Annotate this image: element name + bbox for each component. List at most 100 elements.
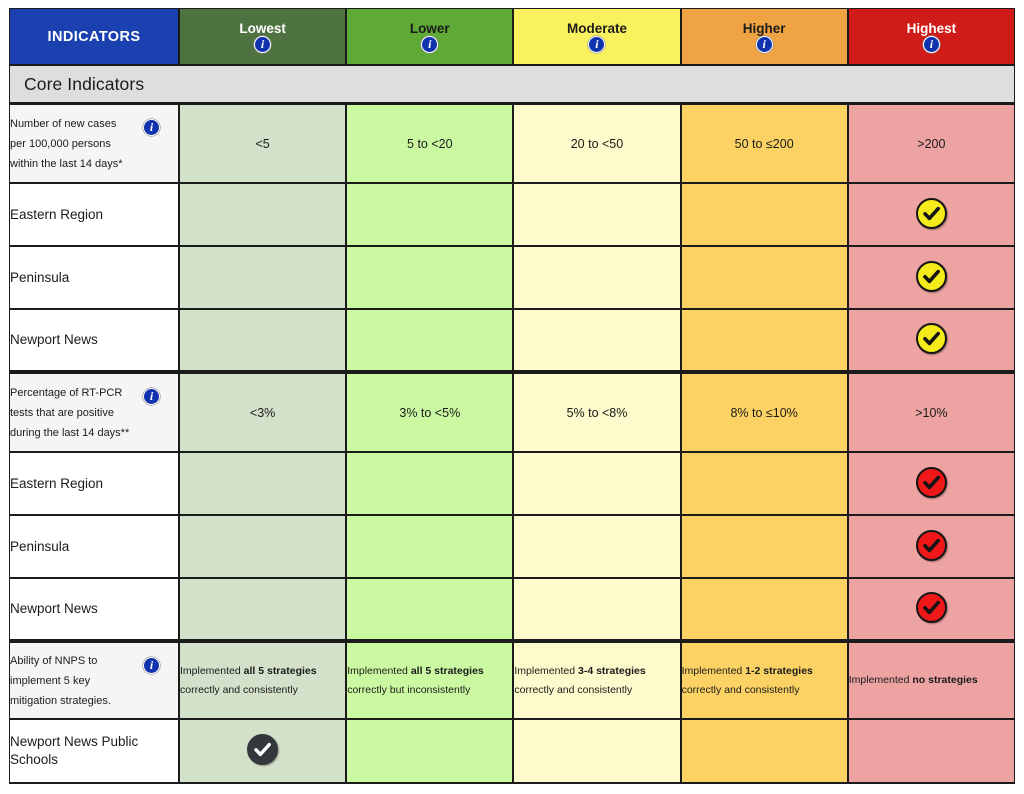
status-cell-moderate <box>513 246 681 309</box>
info-icon[interactable]: i <box>922 35 940 53</box>
criterion-cases-line2: per 100,000 persons <box>10 137 111 150</box>
status-cell-highest <box>847 578 1015 641</box>
info-icon[interactable]: i <box>254 35 272 53</box>
row-label-peninsula: Peninsula <box>9 246 179 309</box>
strategy-cell-highest: Implemented no strategies <box>847 641 1015 719</box>
info-icon[interactable]: i <box>421 35 439 53</box>
status-cell-highest <box>847 309 1015 372</box>
header-band-higher[interactable]: Higher i <box>680 8 848 65</box>
check-circle-icon <box>915 529 947 561</box>
row-label-eastern-region: Eastern Region <box>9 183 179 246</box>
info-icon[interactable]: i <box>143 387 160 405</box>
header-band-higher-label: Higher <box>742 20 786 36</box>
check-circle-icon <box>915 197 947 229</box>
check-circle-icon <box>915 260 947 292</box>
info-icon[interactable]: i <box>143 656 160 674</box>
row-label-eastern-region: Eastern Region <box>9 452 179 515</box>
row-label-peninsula: Peninsula <box>9 515 179 578</box>
criterion-row-cases: Number of new cases per 100,000 persons … <box>9 103 1015 183</box>
header-band-lowest[interactable]: Lowest i <box>179 8 347 65</box>
row-label-newport-news: Newport News <box>9 578 179 641</box>
status-cell-lowest <box>179 452 347 515</box>
status-cell-lowest <box>179 719 347 784</box>
strategy-bold: no strategies <box>912 674 978 686</box>
covid-indicator-matrix-page: INDICATORS Lowest i Lower i Moderate i H… <box>0 0 1024 794</box>
status-cell-higher <box>680 719 848 784</box>
strategy-line2: correctly and consistently <box>514 683 633 696</box>
strategy-line2: correctly but inconsistently <box>347 683 471 696</box>
header-band-lower[interactable]: Lower i <box>346 8 514 65</box>
header-band-moderate-label: Moderate <box>566 20 627 36</box>
check-circle-icon <box>915 466 947 498</box>
status-cell-higher <box>680 515 848 578</box>
status-cell-lowest <box>179 515 347 578</box>
table-row: Peninsula <box>9 246 1015 309</box>
threshold-value: 20 to <50 <box>570 136 624 151</box>
criterion-rtpcr-line1: Percentage of RT-PCR <box>10 386 123 399</box>
row-label-newport-news: Newport News <box>9 309 179 372</box>
status-cell-lower <box>346 309 514 372</box>
criterion-mitigation-line1: Ability of NNPS to <box>10 654 98 667</box>
status-cell-highest <box>847 515 1015 578</box>
strategy-bold: all 5 strategies <box>410 664 484 677</box>
status-cell-higher <box>680 578 848 641</box>
status-cell-higher <box>680 246 848 309</box>
info-icon[interactable]: i <box>143 118 160 136</box>
status-cell-highest <box>847 246 1015 309</box>
strategy-prefix: Implemented <box>347 664 411 677</box>
status-cell-lower <box>346 719 514 784</box>
strategy-cell-higher: Implemented 1-2 strategies correctly and… <box>680 641 848 719</box>
threshold-rtpcr-highest: >10% <box>847 372 1015 452</box>
table-row: Eastern Region <box>9 452 1015 515</box>
status-cell-moderate <box>513 309 681 372</box>
header-band-moderate[interactable]: Moderate i <box>513 8 681 65</box>
threshold-cases-lowest: <5 <box>179 103 347 183</box>
status-cell-lower <box>346 515 514 578</box>
threshold-value: <5 <box>255 136 270 151</box>
threshold-cases-lower: 5 to <20 <box>346 103 514 183</box>
threshold-value: >10% <box>915 405 948 420</box>
status-cell-moderate <box>513 183 681 246</box>
threshold-value: 5% to <8% <box>566 405 628 420</box>
strategy-prefix: Implemented <box>848 674 913 686</box>
strategy-prefix: Implemented <box>681 664 746 677</box>
status-cell-lowest <box>179 246 347 309</box>
table-row: Newport News Public Schools <box>9 719 1015 784</box>
status-cell-moderate <box>513 452 681 515</box>
header-band-lower-label: Lower <box>409 20 450 36</box>
threshold-value: >200 <box>917 136 946 151</box>
threshold-rtpcr-higher: 8% to ≤10% <box>680 372 848 452</box>
check-circle-icon <box>915 592 947 623</box>
section-header-row: Core Indicators <box>9 65 1015 103</box>
criterion-mitigation-line3: mitigation strategies. <box>10 694 111 707</box>
table-row: Eastern Region <box>9 183 1015 246</box>
info-icon[interactable]: i <box>588 35 606 53</box>
header-band-lowest-label: Lowest <box>239 20 286 36</box>
status-cell-higher <box>680 309 848 372</box>
strategy-line2: correctly and consistently <box>180 683 298 696</box>
status-cell-highest <box>847 452 1015 515</box>
info-icon[interactable]: i <box>755 35 773 53</box>
status-cell-lower <box>346 246 514 309</box>
status-cell-moderate <box>513 578 681 641</box>
threshold-rtpcr-moderate: 5% to <8% <box>513 372 681 452</box>
criterion-row-rtpcr: Percentage of RT-PCR tests that are posi… <box>9 372 1015 452</box>
strategy-bold: all 5 strategies <box>243 664 317 677</box>
threshold-cases-higher: 50 to ≤200 <box>680 103 848 183</box>
status-cell-higher <box>680 183 848 246</box>
strategy-bold: 3-4 strategies <box>578 664 646 677</box>
table-row: Newport News <box>9 309 1015 372</box>
threshold-value: 5 to <20 <box>407 136 453 151</box>
threshold-value: 3% to <5% <box>399 405 461 420</box>
status-cell-lowest <box>179 578 347 641</box>
header-band-highest[interactable]: Highest i <box>847 8 1015 65</box>
strategy-line2: correctly and consistently <box>681 683 800 696</box>
criterion-label-mitigation: Ability of NNPS to implement 5 key mitig… <box>9 641 179 719</box>
strategy-cell-lower: Implemented all 5 strategies correctly b… <box>346 641 514 719</box>
strategy-bold: 1-2 strategies <box>745 664 813 677</box>
table-row: Peninsula <box>9 515 1015 578</box>
threshold-cases-moderate: 20 to <50 <box>513 103 681 183</box>
status-cell-lowest <box>179 183 347 246</box>
strategy-prefix: Implemented <box>180 664 244 677</box>
check-circle-icon <box>915 323 947 354</box>
